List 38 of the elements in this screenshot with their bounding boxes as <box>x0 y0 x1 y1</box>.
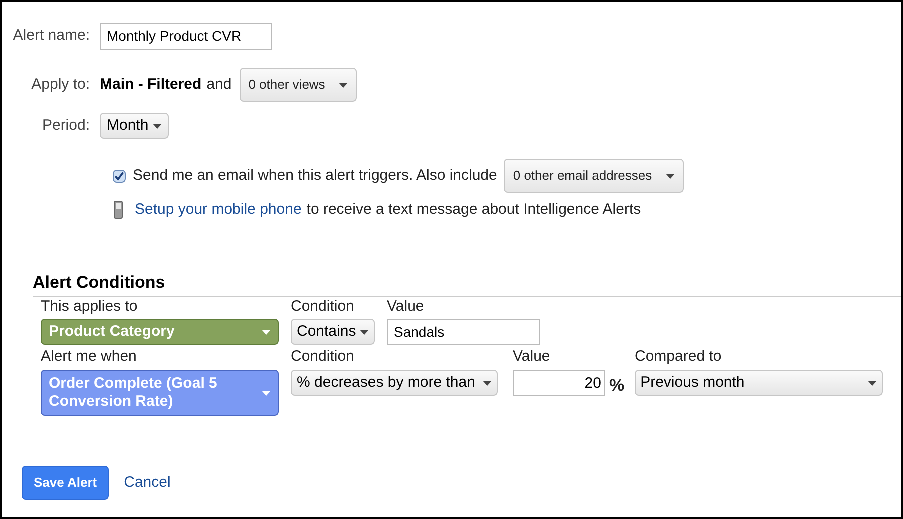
column-label: Value <box>513 348 552 366</box>
condition-dropdown[interactable]: Contains <box>291 319 376 345</box>
save-alert-button[interactable]: Save Alert <box>22 466 110 500</box>
field-label: Alert name: <box>12 26 91 46</box>
condition-dropdown[interactable]: % decreases by more than <box>291 370 498 396</box>
column-label: Value <box>387 298 426 316</box>
mobile-info-text: to receive a text message about Intelligence Alerts <box>306 200 642 220</box>
view-name: Main - Filtered <box>100 74 202 95</box>
setup-mobile-link[interactable]: Setup your mobile phone <box>135 198 302 222</box>
email-option-label: Send me an email when this alert triggers. Also include <box>133 166 498 186</box>
field-label: Apply to: <box>30 74 91 95</box>
connector-text: and <box>206 74 232 95</box>
column-label: Alert me when <box>41 348 138 366</box>
cancel-link[interactable]: Cancel <box>124 472 171 494</box>
caret-icon <box>483 380 492 386</box>
column-label: Condition <box>291 298 356 316</box>
mobile-phone-icon <box>114 201 123 219</box>
email-checkbox[interactable] <box>113 170 126 182</box>
caret-icon <box>152 124 162 128</box>
column-label: This applies to <box>41 298 139 316</box>
caret-icon <box>262 390 271 396</box>
column-label: Condition <box>291 348 356 366</box>
value-field[interactable]: 20 <box>513 370 606 396</box>
section-title: Alert Conditions <box>33 273 166 293</box>
field-label: Period: <box>41 116 91 136</box>
caret-icon <box>360 330 370 334</box>
views-dropdown[interactable]: 0 other views <box>240 68 358 102</box>
percent-unit: % <box>609 375 625 397</box>
comparison-dropdown[interactable]: Previous month <box>634 370 883 396</box>
alert-name-field[interactable]: Monthly Product CVR <box>100 22 272 50</box>
column-label: Compared to <box>635 348 722 366</box>
caret-icon <box>339 82 348 88</box>
value-field[interactable]: Sandals <box>387 319 540 345</box>
period-dropdown[interactable]: Month <box>100 113 169 139</box>
caret-icon <box>868 380 877 386</box>
email-addresses-dropdown[interactable]: 0 other email addresses <box>504 159 684 193</box>
caret-icon <box>666 174 676 178</box>
caret-icon <box>262 330 271 334</box>
